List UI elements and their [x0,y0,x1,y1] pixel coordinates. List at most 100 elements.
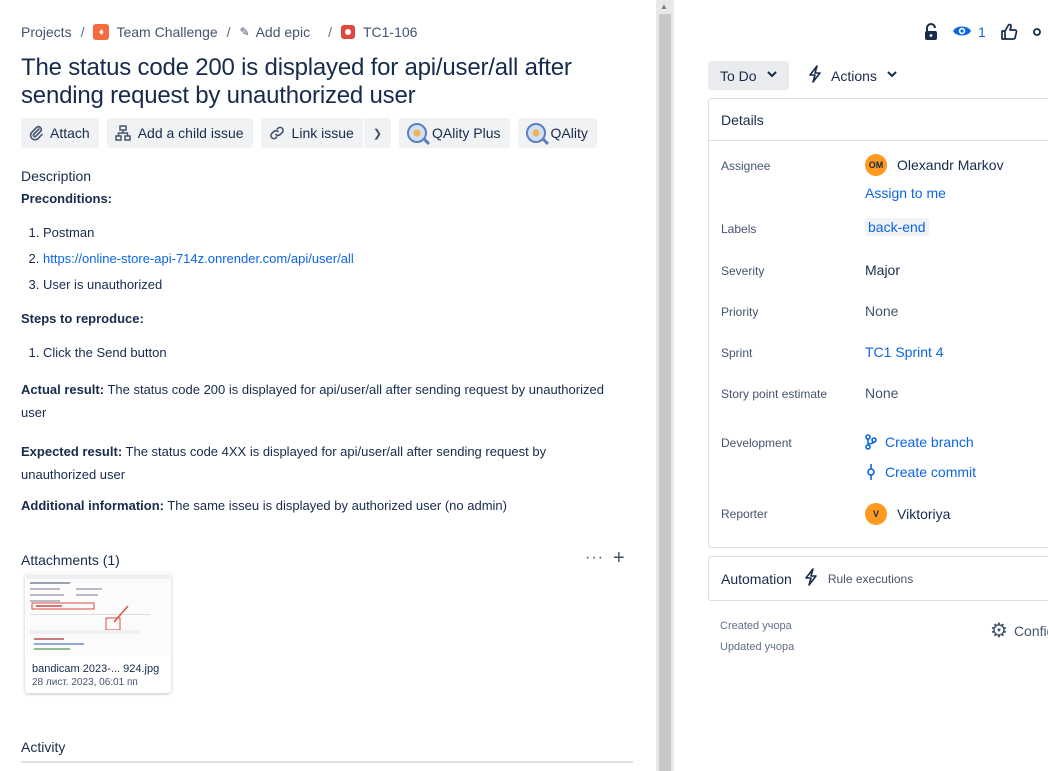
hierarchy-icon [114,125,131,141]
assignee-name: Olexandr Markov [897,157,1004,173]
scrollbar-thumb[interactable] [659,14,671,771]
issue-main-pane: Projects / ♦ Team Challenge / ✎ Add epic… [0,0,656,771]
commit-icon [865,464,877,480]
chevron-down-icon [766,70,777,81]
expected-result-label: Expected result: [21,444,123,459]
vertical-scrollbar[interactable]: ▲ [656,0,674,771]
add-child-issue-button[interactable]: Add a child issue [106,118,253,148]
qality-label: QAlity [550,125,588,141]
description-body[interactable]: Preconditions: Postman https://online-st… [21,190,621,515]
labels-value[interactable]: back-end [865,218,929,236]
issue-sidebar: 1 To Do Actions Details Assignee OM Olex… [674,0,1048,771]
configure-button[interactable]: ⚙ Configure [990,618,1048,643]
lock-icon[interactable] [924,23,938,41]
issue-title[interactable]: The status code 200 is displayed for api… [21,54,631,110]
issue-top-actions: 1 [924,22,1048,42]
link-icon [269,125,285,141]
branch-icon [865,434,877,450]
qality-icon [525,123,546,143]
attachment-card[interactable]: bandicam 2023-... 924.jpg 28 лист. 2023,… [25,573,171,693]
attachment-file-name: bandicam 2023-... 924.jpg [32,663,160,675]
breadcrumb-project[interactable]: ♦ Team Challenge [93,24,218,40]
add-attachment-icon[interactable]: + [613,547,625,570]
reporter-value[interactable]: V Viktoriya [865,503,950,525]
sprint-label: Sprint [721,346,753,360]
more-icon[interactable]: ··· [585,549,604,567]
steps-list: Click the Send button [21,344,621,362]
create-branch-label: Create branch [885,434,974,450]
breadcrumb-add-epic[interactable]: ✎ Add epic [240,24,311,40]
bug-icon [340,25,355,39]
rule-executions-label: Rule executions [827,571,914,586]
automation-heading: Automation [721,570,792,587]
status-label: To Do [720,67,757,84]
list-item: Postman [43,224,621,242]
add-child-label: Add a child issue [137,125,244,141]
priority-label: Priority [721,305,759,319]
reporter-label: Reporter [721,507,768,521]
qality-plus-label: QAlity Plus [432,125,501,141]
chevron-down-icon [887,70,897,81]
attachments-heading: Attachments (1) [21,552,120,568]
gear-icon: ⚙ [990,620,1008,642]
watchers-count: 1 [978,24,986,40]
api-link[interactable]: https://online-store-api-714z.onrender.c… [43,251,354,266]
link-issue-button[interactable]: Link issue [260,118,363,148]
breadcrumb-projects[interactable]: Projects [21,24,72,40]
description-label: Description [21,168,92,184]
breadcrumb: Projects / ♦ Team Challenge / ✎ Add epic… [21,24,418,40]
qality-button[interactable]: QAlity [517,118,597,148]
assign-to-me-link[interactable]: Assign to me [865,185,946,201]
attachment-date: 28 лист. 2023, 06:01 пп [32,677,138,688]
additional-info-label: Additional information: [21,498,164,513]
details-heading[interactable]: Details [709,99,1048,141]
lightning-icon [804,567,818,590]
scroll-up-arrow-icon[interactable]: ▲ [660,2,668,11]
paperclip-icon [29,125,43,141]
watchers[interactable]: 1 [952,24,986,41]
breadcrumb-issue-key[interactable]: TC1-106 [340,24,417,40]
lightning-icon [808,64,822,87]
story-points-value[interactable]: None [865,385,898,401]
automation-panel[interactable]: Automation Rule executions [708,556,1048,601]
configure-label: Configure [1013,622,1048,639]
activity-heading: Activity [21,739,66,755]
details-panel: Details Assignee OM Olexandr Markov Assi… [708,98,1048,548]
create-commit-link[interactable]: Create commit [865,464,976,480]
actual-result-text: The status code 200 is displayed for api… [21,382,604,420]
actual-result-label: Actual result: [21,382,105,397]
link-issue-label: Link issue [291,125,354,141]
issue-toolbar: Attach Add a child issue Link issue ❯ QA… [21,118,605,148]
sprint-value[interactable]: TC1 Sprint 4 [865,344,944,360]
attachment-thumbnail [26,574,170,656]
updated-date: Updated учора [720,641,795,653]
chevron-down-icon: ❯ [372,127,383,140]
add-epic-label: Add epic [255,24,311,40]
severity-label: Severity [721,264,765,278]
eye-icon [952,24,972,41]
actions-dropdown[interactable]: Actions [800,61,905,90]
divider [21,761,633,763]
created-date: Created учора [720,620,792,632]
qality-plus-button[interactable]: QAlity Plus [399,118,510,148]
status-dropdown[interactable]: To Do [708,61,789,90]
avatar: V [865,503,887,525]
link-issue-dropdown[interactable]: ❯ [363,118,392,148]
create-branch-link[interactable]: Create branch [865,434,974,450]
thumbs-up-icon[interactable] [1000,23,1018,41]
assignee-value[interactable]: OM Olexandr Markov [865,154,1004,176]
attach-button[interactable]: Attach [21,118,99,148]
steps-heading: Steps to reproduce: [21,311,144,326]
share-icon[interactable] [1032,25,1042,39]
qality-plus-icon [407,123,428,143]
priority-value[interactable]: None [865,303,898,319]
list-item: User is unauthorized [43,276,621,294]
attach-label: Attach [50,125,90,141]
additional-info-text: The same isseu is displayed by authorize… [163,498,507,513]
label-chip[interactable]: back-end [865,218,929,236]
labels-label: Labels [721,222,757,236]
assignee-label: Assignee [721,159,771,173]
severity-value[interactable]: Major [865,262,900,278]
list-item: Click the Send button [43,344,621,362]
development-label: Development [721,436,792,450]
